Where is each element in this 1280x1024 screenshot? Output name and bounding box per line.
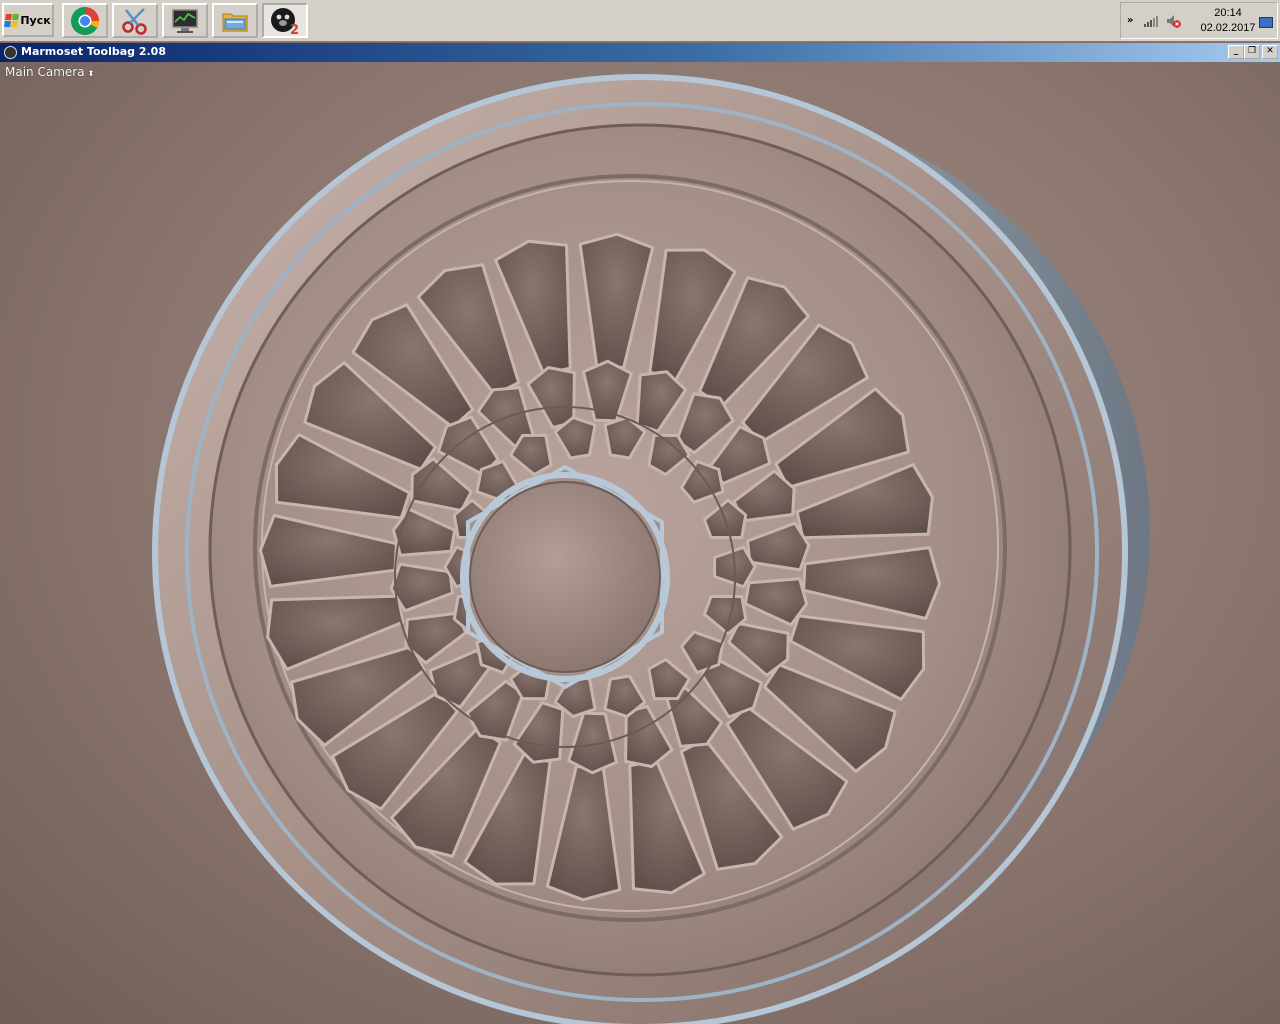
close-icon: ✕: [1266, 46, 1274, 56]
start-button[interactable]: Пуск: [2, 3, 54, 37]
svg-text:2: 2: [290, 23, 299, 37]
marmoset-app-icon[interactable]: [4, 46, 17, 59]
system-tray: » 20:14 02.02.2017: [1120, 2, 1278, 39]
up-down-arrow-icon: ⬍: [87, 69, 95, 78]
wheel-render: [152, 74, 1150, 1024]
taskbar-button-chrome[interactable]: [62, 3, 108, 38]
clock[interactable]: 20:14 02.02.2017: [1197, 6, 1259, 36]
camera-dropdown[interactable]: Main Camera ⬍: [5, 65, 94, 79]
marmoset-icon: 2: [271, 7, 299, 37]
start-label: Пуск: [20, 13, 51, 27]
chevron-down-icon[interactable]: »: [1127, 15, 1133, 26]
folder-icon: [222, 13, 248, 31]
taskbar-button-task-manager[interactable]: [162, 3, 208, 38]
restore-icon: ❐: [1247, 46, 1257, 56]
close-button[interactable]: ✕: [1262, 45, 1278, 59]
3d-viewport[interactable]: Main Camera ⬍: [0, 62, 1280, 1024]
window-title: Marmoset Toolbag 2.08: [21, 45, 166, 58]
chrome-icon: [71, 6, 99, 35]
windows-logo-icon: [4, 13, 20, 27]
volume-muted-icon[interactable]: [1165, 13, 1181, 29]
network-signal-icon[interactable]: [1143, 15, 1159, 28]
show-desktop-icon[interactable]: [1259, 17, 1273, 28]
taskbar-button-marmoset[interactable]: 2: [262, 3, 308, 38]
clock-date: 02.02.2017: [1200, 22, 1256, 34]
monitor-icon: [172, 8, 198, 33]
clock-time: 20:14: [1214, 7, 1242, 19]
camera-label: Main Camera: [5, 65, 85, 79]
minimize-icon: _: [1233, 46, 1239, 56]
restore-button[interactable]: ❐: [1244, 45, 1260, 59]
minimize-button[interactable]: _: [1228, 45, 1244, 59]
scissors-icon: [122, 7, 147, 35]
taskbar-button-explorer[interactable]: [212, 3, 258, 38]
taskbar-button-snipping-tool[interactable]: [112, 3, 158, 38]
window-title-bar[interactable]: Marmoset Toolbag 2.08 _ ❐ ✕: [0, 43, 1280, 62]
taskbar: Пуск 2 » 20:14 02.02.2017: [0, 0, 1280, 42]
center-cap: [469, 481, 661, 673]
